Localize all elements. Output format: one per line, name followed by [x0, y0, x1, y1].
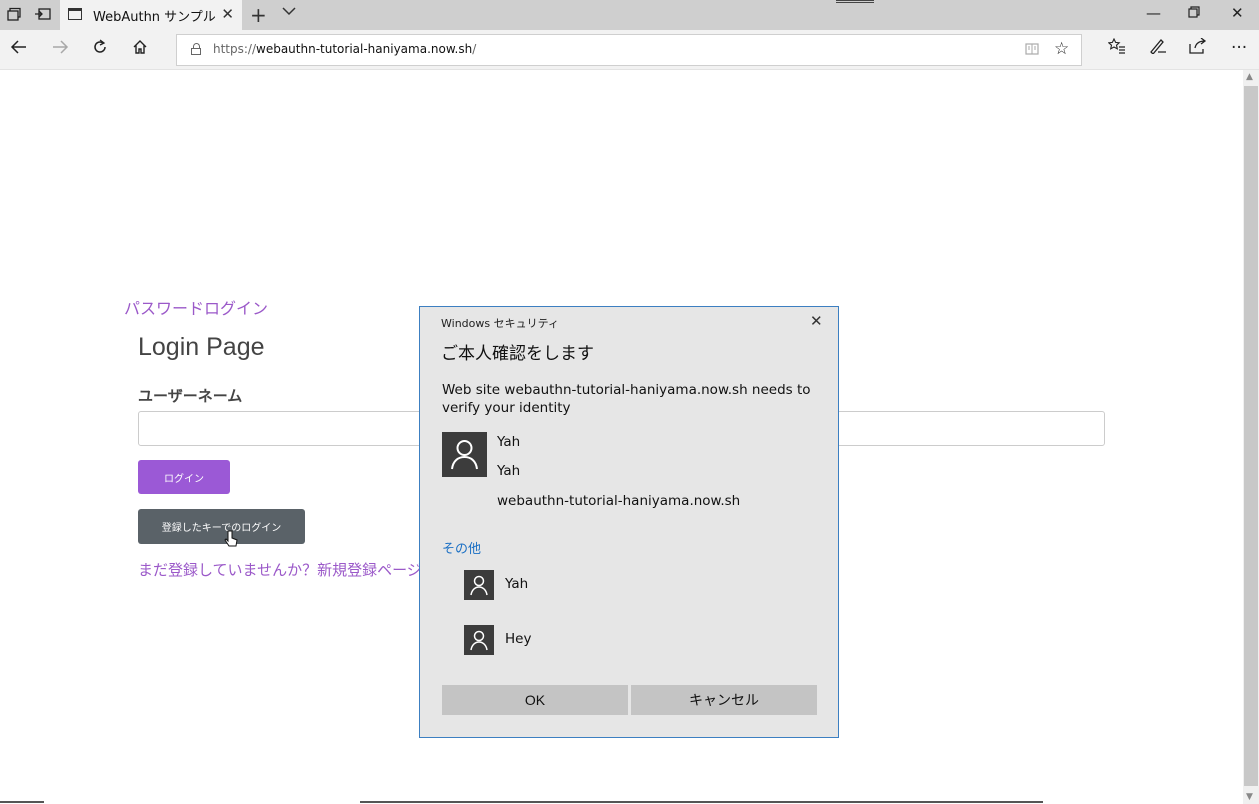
other-account-name: Yah [505, 576, 529, 592]
user-avatar-icon[interactable] [442, 432, 487, 477]
favorite-star-icon[interactable]: ☆ [1054, 39, 1069, 59]
user-avatar-icon [464, 570, 494, 600]
more-icon[interactable]: ··· [1231, 38, 1247, 58]
login-button[interactable]: ログイン [138, 460, 230, 494]
windows-security-dialog: Windows セキュリティ ✕ ご本人確認をします Web site weba… [419, 306, 839, 738]
tab-title: WebAuthn サンプル [93, 10, 216, 25]
pen-icon[interactable] [1149, 38, 1167, 59]
dialog-header: Windows セキュリティ [441, 317, 559, 330]
password-login-link[interactable]: パスワードログイン [124, 295, 268, 319]
forward-icon[interactable] [51, 39, 69, 60]
signup-link[interactable]: まだ登録していませんか？新規登録ページ [138, 559, 422, 580]
lock-icon [191, 43, 201, 55]
minimize-icon[interactable]: — [1146, 4, 1161, 22]
tab-stack-icon[interactable] [6, 6, 24, 24]
other-account-name: Hey [505, 631, 532, 647]
home-icon[interactable] [132, 39, 148, 60]
refresh-icon[interactable] [92, 39, 108, 60]
navigation-bar: https://webauthn-tutorial-haniyama.now.s… [0, 30, 1259, 70]
dialog-title: ご本人確認をします [441, 344, 594, 364]
drag-handle[interactable] [836, 0, 874, 3]
cancel-button[interactable]: キャンセル [631, 685, 817, 715]
page-icon [68, 8, 82, 20]
address-bar[interactable]: https://webauthn-tutorial-haniyama.now.s… [176, 34, 1082, 66]
mouse-cursor-icon [224, 530, 238, 550]
close-window-icon[interactable]: ✕ [1231, 4, 1244, 22]
tab-bar: WebAuthn サンプル ✕ + — ✕ [0, 0, 1259, 30]
reading-view-icon[interactable] [1025, 42, 1039, 60]
url-text: https://webauthn-tutorial-haniyama.now.s… [213, 42, 477, 56]
tabs-aside-icon[interactable] [34, 6, 52, 24]
selected-account-display-name: Yah [497, 463, 521, 479]
chevron-down-icon[interactable] [282, 5, 296, 20]
dialog-message: Web site webauthn-tutorial-haniyama.now.… [442, 382, 811, 416]
back-icon[interactable] [10, 39, 28, 60]
scroll-thumb[interactable] [1244, 86, 1258, 786]
more-choices-link[interactable]: その他 [442, 538, 481, 557]
registered-key-login-button[interactable]: 登録したキーでのログイン [138, 509, 305, 544]
ok-button[interactable]: OK [442, 685, 628, 715]
scrollbar[interactable]: ▲ ▼ [1243, 70, 1259, 804]
dialog-close-icon[interactable]: ✕ [810, 312, 823, 330]
other-account-item[interactable]: Hey [464, 625, 794, 655]
other-account-item[interactable]: Yah [464, 570, 794, 600]
new-tab-icon[interactable]: + [250, 3, 267, 27]
tab-webauthn[interactable]: WebAuthn サンプル ✕ [60, 0, 242, 30]
favorites-icon[interactable] [1107, 37, 1126, 59]
tab-close-icon[interactable]: ✕ [221, 5, 234, 23]
share-icon[interactable] [1189, 37, 1207, 59]
restore-icon[interactable] [1188, 4, 1200, 22]
username-label: ユーザーネーム [138, 387, 243, 405]
user-avatar-icon [464, 625, 494, 655]
selected-account-name: Yah [497, 434, 521, 450]
selected-account-site: webauthn-tutorial-haniyama.now.sh [497, 493, 741, 509]
page-title: Login Page [138, 333, 265, 361]
scroll-up-icon[interactable]: ▲ [1246, 72, 1253, 82]
